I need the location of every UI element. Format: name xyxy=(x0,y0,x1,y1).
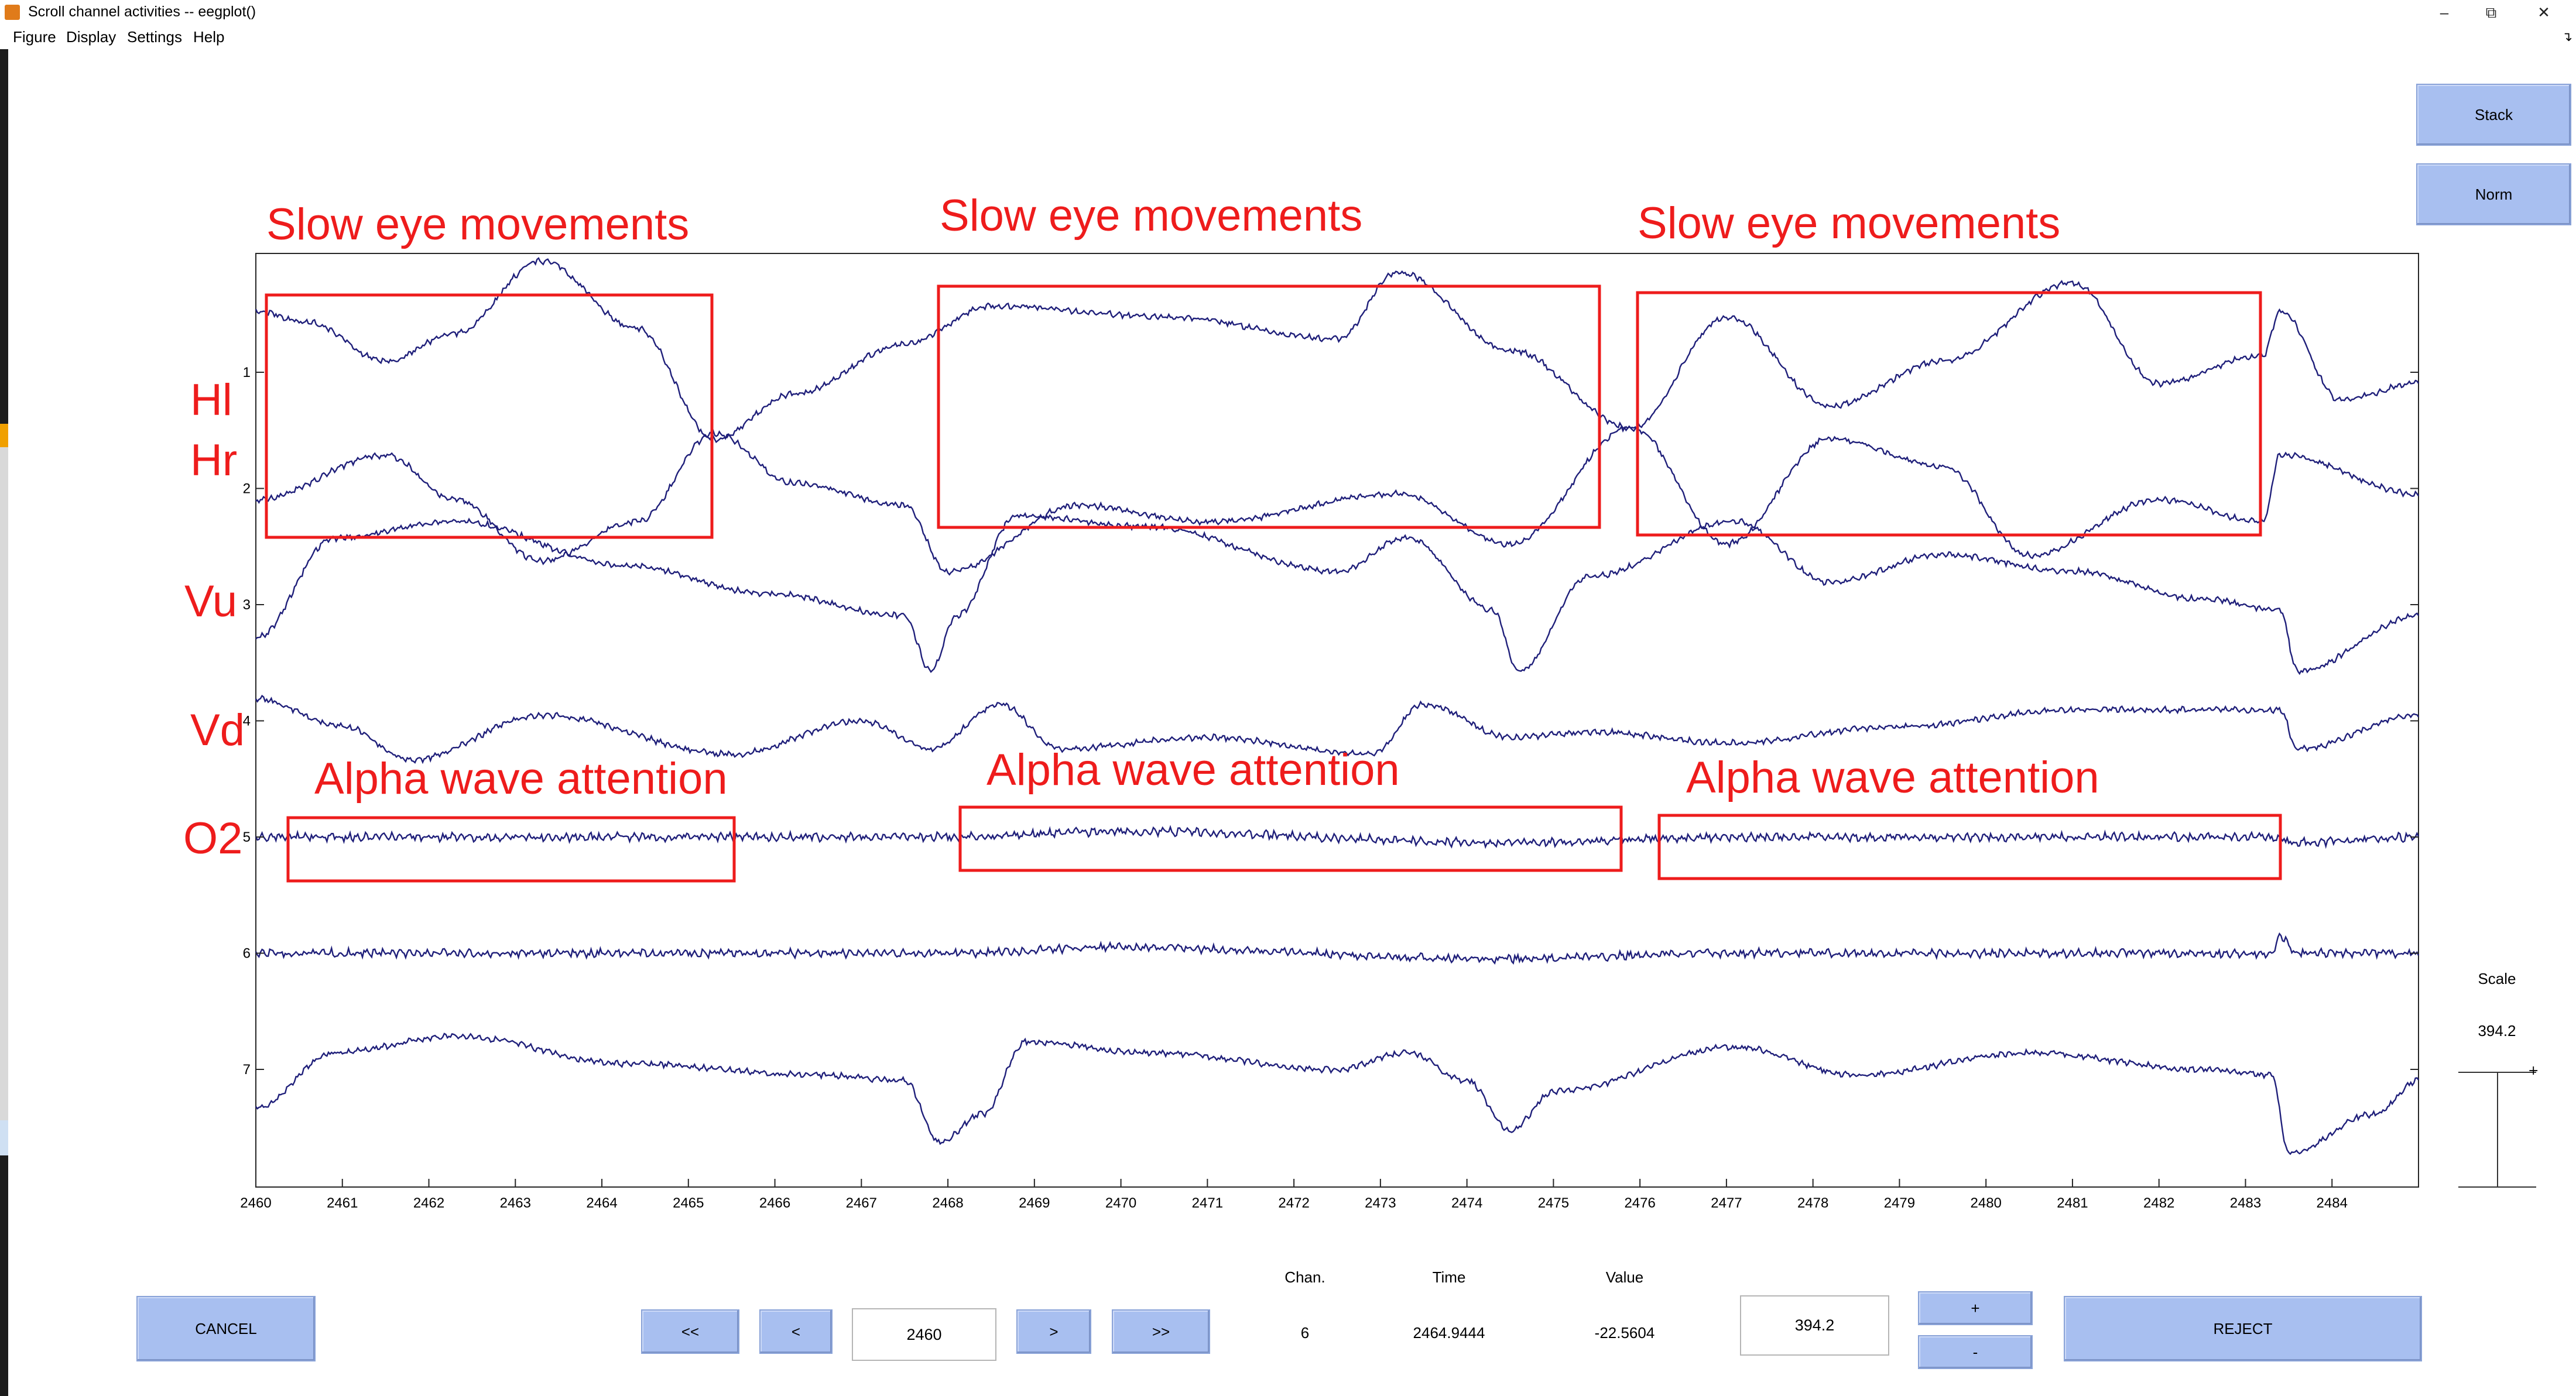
scale-label: Scale xyxy=(2478,970,2516,987)
plot-axes-frame xyxy=(255,253,2419,1188)
x-tick-label: 2480 xyxy=(1971,1195,2002,1211)
x-tick-label: 2463 xyxy=(500,1195,531,1211)
x-tick-label: 2473 xyxy=(1365,1195,1396,1211)
position-input[interactable]: 2460 xyxy=(852,1308,996,1361)
x-tick-label: 2472 xyxy=(1278,1195,1309,1211)
x-tick-label: 2461 xyxy=(327,1195,358,1211)
x-tick-label: 2466 xyxy=(759,1195,790,1211)
scale-bar-marker: + xyxy=(2528,1064,2539,1078)
channel-label-hr: Hr xyxy=(190,435,238,485)
x-tick-label: 2464 xyxy=(586,1195,617,1211)
x-tick-label: 2483 xyxy=(2230,1195,2261,1211)
annotation-slow-eye-3: Slow eye movements xyxy=(1638,198,2061,248)
channel-label-hl: Hl xyxy=(190,375,232,425)
channel-label-vd: Vd xyxy=(190,705,245,755)
stack-button[interactable]: Stack xyxy=(2416,84,2571,146)
reject-button[interactable]: REJECT xyxy=(2064,1296,2422,1361)
last-page-button[interactable]: >> xyxy=(1112,1309,1210,1354)
scale-decrease-button[interactable]: - xyxy=(1918,1335,2033,1369)
channel-tick-label: 3 xyxy=(243,597,251,613)
x-tick-label: 2465 xyxy=(673,1195,704,1211)
x-tick-label: 2478 xyxy=(1797,1195,1828,1211)
norm-button[interactable]: Norm xyxy=(2416,163,2571,225)
x-tick-label: 2481 xyxy=(2057,1195,2088,1211)
chan-value: 6 xyxy=(1300,1324,1310,1342)
x-tick-label: 2475 xyxy=(1538,1195,1569,1211)
x-tick-label: 2470 xyxy=(1105,1195,1136,1211)
annotation-alpha-2: Alpha wave attention xyxy=(986,745,1400,795)
annotation-slow-eye-2: Slow eye movements xyxy=(940,191,1363,241)
x-tick-label: 2467 xyxy=(846,1195,877,1211)
annotation-slow-eye-1: Slow eye movements xyxy=(266,200,690,249)
scale-bar xyxy=(2458,1072,2536,1188)
scale-input[interactable]: 394.2 xyxy=(1740,1295,1889,1356)
value-label: Value xyxy=(1605,1268,1644,1286)
scale-value: 394.2 xyxy=(2478,1022,2516,1040)
x-tick-label: 2476 xyxy=(1624,1195,1655,1211)
channel-tick-label: 6 xyxy=(243,946,251,962)
x-tick-label: 2477 xyxy=(1711,1195,1742,1211)
x-tick-label: 2479 xyxy=(1884,1195,1915,1211)
scale-increase-button[interactable]: + xyxy=(1918,1291,2033,1325)
channel-tick-label: 2 xyxy=(243,481,251,497)
prev-page-button[interactable]: < xyxy=(759,1309,833,1354)
x-tick-label: 2462 xyxy=(413,1195,444,1211)
annotation-alpha-3: Alpha wave attention xyxy=(1686,753,2099,802)
x-tick-label: 2468 xyxy=(932,1195,963,1211)
x-tick-label: 2460 xyxy=(240,1195,271,1211)
x-tick-label: 2469 xyxy=(1019,1195,1050,1211)
cancel-button[interactable]: CANCEL xyxy=(136,1296,316,1361)
channel-tick-label: 7 xyxy=(243,1062,251,1078)
channel-tick-label: 5 xyxy=(243,829,251,845)
channel-label-o2: O2 xyxy=(183,814,243,863)
next-page-button[interactable]: > xyxy=(1016,1309,1091,1354)
x-tick-label: 2471 xyxy=(1192,1195,1223,1211)
channel-label-vu: Vu xyxy=(184,577,238,626)
time-label: Time xyxy=(1432,1268,1466,1286)
x-tick-label: 2484 xyxy=(2317,1195,2348,1211)
x-tick-label: 2482 xyxy=(2143,1195,2174,1211)
channel-tick-label: 1 xyxy=(243,365,251,380)
chan-label: Chan. xyxy=(1284,1268,1325,1286)
annotation-alpha-1: Alpha wave attention xyxy=(314,754,728,804)
time-value: 2464.9444 xyxy=(1413,1324,1485,1342)
value-value: -22.5604 xyxy=(1594,1324,1655,1342)
x-tick-label: 2474 xyxy=(1451,1195,1482,1211)
first-page-button[interactable]: << xyxy=(641,1309,739,1354)
